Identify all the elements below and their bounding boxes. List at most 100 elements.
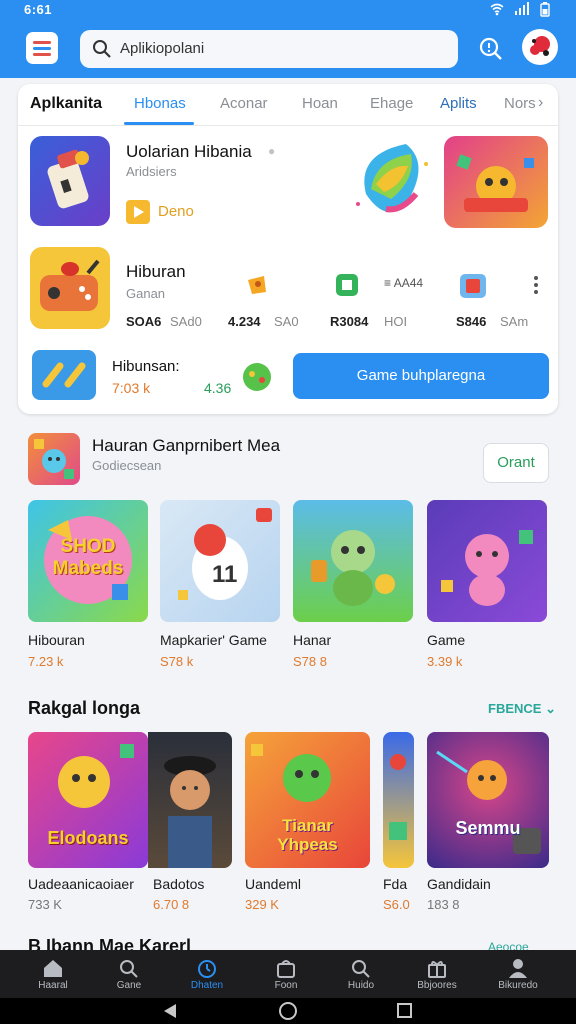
- game-name[interactable]: Hanar: [293, 632, 331, 648]
- menu-line: [33, 47, 51, 50]
- meta-label: ≡ AA44: [384, 276, 424, 290]
- dot-icon: ●: [268, 144, 276, 158]
- game-thumbnail[interactable]: 11: [160, 500, 280, 622]
- more-vert-icon[interactable]: [532, 274, 540, 301]
- section-title: Rakgal longa: [28, 698, 141, 718]
- search-bar[interactable]: Aplikiopolani: [80, 30, 458, 68]
- game-thumbnail[interactable]: [293, 500, 413, 622]
- tab-nors[interactable]: Nors: [504, 95, 536, 112]
- app-icon-uolarian[interactable]: [30, 136, 110, 226]
- game-name[interactable]: Game: [427, 632, 465, 648]
- stat-unit: HOI: [384, 314, 408, 329]
- nav-item-active[interactable]: Dhaten: [170, 950, 244, 998]
- app-rating: 4.36: [204, 380, 232, 396]
- game-stat: S78 k: [160, 654, 194, 669]
- stat-value: S846: [456, 314, 487, 329]
- home-icon: [44, 960, 62, 977]
- system-navigation-bar: [0, 998, 576, 1024]
- nav-item-store[interactable]: Foon: [249, 950, 323, 998]
- app-name[interactable]: Uolarian Hibania: [126, 142, 252, 162]
- feature-name[interactable]: Uandeml: [245, 876, 301, 892]
- grant-button[interactable]: Orant: [483, 443, 549, 483]
- app-icon-hiburan[interactable]: [30, 247, 110, 329]
- game-badge-icon: [458, 272, 488, 305]
- search-input[interactable]: Aplikiopolani: [120, 40, 204, 57]
- nav-item-explore[interactable]: Huido: [324, 950, 398, 998]
- feature-name[interactable]: Uadeaanicaoiaer: [28, 876, 134, 892]
- search-icon: [120, 960, 138, 978]
- menu-line: [33, 41, 51, 44]
- battery-icon: [540, 2, 550, 20]
- feature-stat: 6.70 8: [153, 897, 190, 912]
- app-name[interactable]: Hiburan: [126, 262, 186, 282]
- stat-value: 4.234: [228, 314, 261, 329]
- section-subtitle: Godiecsean: [92, 458, 162, 473]
- feature-stat: 329 K: [245, 897, 279, 912]
- feature-stat: S6.0: [383, 897, 410, 912]
- game-badge-icon: [244, 272, 270, 303]
- search-options-button[interactable]: [476, 34, 506, 64]
- feature-name[interactable]: Badotos: [153, 876, 204, 892]
- thumbnail-text: Tianar Yhpeas: [277, 816, 338, 854]
- see-more-link[interactable]: FBENCE ⌄: [488, 701, 556, 717]
- game-badge-icon: [334, 272, 360, 303]
- svg-text:11: 11: [212, 561, 237, 588]
- menu-button[interactable]: [26, 32, 58, 64]
- nav-item-rewards[interactable]: Bbjoores: [400, 950, 474, 998]
- game-name[interactable]: Hibouran: [28, 632, 85, 648]
- nav-item-profile[interactable]: Bikuredo: [481, 950, 555, 998]
- recents-icon[interactable]: [397, 1003, 412, 1018]
- tabs-title: Aplkanita: [30, 95, 103, 112]
- thumbnail-text: Elodoans: [47, 828, 129, 848]
- home-circle-icon[interactable]: [279, 1002, 297, 1020]
- app-name[interactable]: Hibunsan:: [112, 358, 180, 375]
- feature-thumbnail[interactable]: Tianar Yhpeas: [245, 732, 370, 868]
- menu-line: [33, 53, 51, 56]
- tab-active-indicator: [124, 122, 194, 125]
- app-icon-hibunsan[interactable]: [32, 350, 96, 400]
- app-subtitle: Ganan: [126, 286, 166, 301]
- game-stat: 3.39 k: [427, 654, 463, 669]
- gift-icon: [428, 961, 446, 978]
- nav-item-home[interactable]: Haaral: [16, 950, 90, 998]
- tab-aconar[interactable]: Aconar: [220, 95, 268, 112]
- game-thumbnail[interactable]: [427, 500, 547, 622]
- feature-thumbnail[interactable]: Elodoans: [28, 732, 148, 868]
- app-badge: Deno: [158, 203, 194, 220]
- stat-unit: SA0: [274, 314, 299, 329]
- nav-item-search[interactable]: Gane: [92, 950, 166, 998]
- tab-aplits[interactable]: Aplits: [440, 95, 477, 112]
- bottom-navigation: Haaral Gane Dhaten Foon Huido Bbjoores B…: [0, 950, 576, 998]
- feature-thumbnail[interactable]: [148, 732, 232, 868]
- tab-hoan[interactable]: Hoan: [302, 95, 338, 112]
- thumbnail-text: Semmu: [455, 818, 521, 838]
- search-icon: [352, 960, 370, 978]
- chevron-right-icon[interactable]: ›: [538, 94, 543, 112]
- feature-name[interactable]: Fda: [383, 876, 407, 892]
- game-name[interactable]: Mapkarier' Game: [160, 632, 267, 648]
- feature-thumbnail[interactable]: [383, 732, 414, 868]
- feature-name[interactable]: Gandidain: [427, 876, 491, 892]
- status-time: 6:61: [24, 2, 53, 17]
- bag-icon: [277, 960, 295, 978]
- game-stat: S78 8: [293, 654, 327, 669]
- feature-stat: 733 K: [28, 897, 62, 912]
- game-thumbnail[interactable]: SHOD Mabeds: [28, 500, 148, 622]
- back-icon[interactable]: [164, 1004, 176, 1018]
- stat-value: SOA6: [126, 314, 162, 329]
- stat-unit: SAd0: [170, 314, 202, 329]
- section-icon: [28, 433, 80, 485]
- top-app-bar: 6:61 Aplikiopolani: [0, 0, 576, 78]
- section-title: Hauran Ganprnibert Mea: [92, 436, 281, 455]
- search-icon: [479, 37, 502, 60]
- game-cta-button[interactable]: Game buhplaregna: [293, 353, 549, 399]
- feature-thumbnail[interactable]: Semmu: [427, 732, 549, 868]
- tab-ehage[interactable]: Ehage: [370, 95, 413, 112]
- game-stat: 7.23 k: [28, 654, 64, 669]
- app-subtitle: Aridsiers: [126, 164, 177, 179]
- game-thumbnail-1[interactable]: [444, 136, 548, 228]
- tab-hbonas[interactable]: Hbonas: [134, 95, 186, 112]
- status-bar: 6:61: [0, 0, 576, 20]
- avatar[interactable]: [522, 29, 558, 65]
- list-icon: ≡: [384, 276, 394, 290]
